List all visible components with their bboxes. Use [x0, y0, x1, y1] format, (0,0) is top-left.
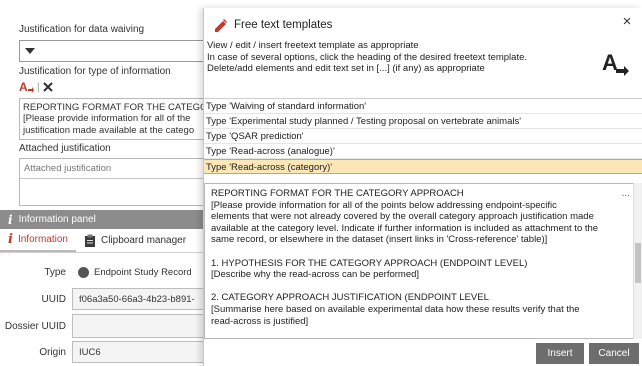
dialog-title: Free text templates — [234, 19, 333, 31]
svg-text:A: A — [19, 80, 28, 94]
template-text-line: 2. CATEGORY APPROACH JUSTIFICATION (ENDP… — [211, 292, 489, 304]
template-text-line: [Please provide information for all of t… — [211, 199, 557, 211]
iuclid-a-arrow-logo: A — [602, 50, 630, 76]
template-text-line: 1. HYPOTHESIS FOR THE CATEGORY APPROACH … — [211, 257, 528, 269]
template-text-scrollbar[interactable] — [633, 183, 642, 339]
template-item-experimental-study[interactable]: Type 'Experimental study planned / Testi… — [204, 114, 642, 129]
info-label: UUID — [41, 293, 66, 305]
info-row-type: Type Endpoint Study Record — [0, 261, 212, 283]
template-text-gap — [211, 246, 627, 258]
template-item-read-across-analogue[interactable]: Type 'Read-across (analogue)' — [204, 144, 642, 159]
attached-justification-placeholder: Attached justification — [24, 163, 112, 174]
template-text-gap — [211, 281, 627, 293]
toolbar-divider: | — [37, 81, 40, 93]
template-text-line: REPORTING FORMAT FOR THE CATEGORY APPROA… — [211, 188, 464, 199]
information-panel-tabs: i Information Clipboard manager — [0, 229, 210, 253]
scrollbar-thumb[interactable] — [635, 243, 641, 283]
info-row-origin: Origin IUC6 — [0, 341, 212, 363]
textbox-line: justification made available at the cate… — [23, 124, 195, 136]
free-text-templates-dialog: Free text templates × View / edit / inse… — [203, 8, 642, 366]
instruction-line: Delete/add elements and edit text set in… — [207, 63, 485, 75]
info-label: Type — [44, 266, 66, 278]
chevron-down-icon — [25, 48, 35, 54]
template-text-line: [Summarise here based on available exper… — [211, 303, 580, 315]
justification-type-label: Justification for type of information — [19, 66, 171, 77]
template-item-read-across-category[interactable]: Type 'Read-across (category)' — [204, 159, 642, 174]
template-text-line: available at the category level. Indicat… — [211, 222, 599, 234]
template-text-line: same record, or elsewhere in the dataset… — [211, 234, 548, 246]
tab-clipboard-label: Clipboard manager — [100, 235, 187, 246]
justification-waiving-label: Justification for data waiving — [19, 24, 145, 35]
divider — [20, 178, 218, 179]
dialog-footer: Insert Cancel — [204, 339, 642, 366]
record-type-circle-icon — [78, 266, 89, 278]
tab-information-label: Information — [17, 234, 68, 245]
template-text-line: read-across is justified] — [211, 315, 309, 327]
textbox-line: REPORTING FORMAT FOR THE CATEGO — [23, 102, 208, 113]
font-a-icon[interactable]: A — [19, 80, 35, 94]
information-panel-header: i Information panel — [0, 210, 210, 229]
tab-information[interactable]: i Information — [0, 229, 76, 252]
info-value[interactable]: IUC6 — [72, 341, 212, 363]
clipboard-icon — [84, 234, 96, 248]
information-panel: i Information panel i Information Clipbo… — [0, 210, 212, 366]
text-toolbar: A | — [19, 80, 54, 94]
cancel-button[interactable]: Cancel — [589, 343, 639, 364]
svg-text:A: A — [602, 50, 618, 75]
info-label: Origin — [39, 346, 66, 358]
instruction-line: In case of several options, click the he… — [207, 51, 528, 63]
insert-button[interactable]: Insert — [536, 343, 584, 364]
more-options-icon[interactable]: ... — [622, 188, 630, 199]
info-value[interactable]: f06a3a50-66a3-4b23-b891- — [72, 288, 212, 310]
delete-x-icon[interactable] — [42, 81, 54, 93]
tab-clipboard-manager[interactable]: Clipboard manager — [76, 229, 194, 252]
free-text-template-icon — [214, 18, 228, 32]
justification-type-textbox[interactable]: REPORTING FORMAT FOR THE CATEGO [Please … — [19, 98, 219, 140]
template-text-line: [Describe why the read-across can be per… — [211, 269, 420, 281]
info-row-dossier-uuid: Dossier UUID — [0, 314, 212, 338]
template-text-area[interactable]: REPORTING FORMAT FOR THE CATEGORY APPROA… — [204, 183, 634, 339]
template-text-line: elements that were not already covered b… — [211, 211, 594, 223]
information-panel-title: Information panel — [18, 214, 96, 225]
dialog-instructions: View / edit / insert freetext template a… — [207, 40, 597, 75]
justification-waiving-select[interactable] — [19, 40, 219, 62]
info-value[interactable] — [72, 314, 212, 338]
attached-justification-label: Attached justification — [19, 143, 111, 154]
info-row-uuid: UUID f06a3a50-66a3-4b23-b891- — [0, 288, 212, 310]
dialog-title-bar: Free text templates — [214, 18, 332, 32]
close-button[interactable]: × — [618, 12, 636, 30]
info-icon: i — [8, 232, 13, 247]
instruction-line: View / edit / insert freetext template a… — [207, 40, 419, 51]
record-type-value: Endpoint Study Record — [94, 266, 192, 278]
attached-justification-table[interactable]: Attached justification — [19, 158, 219, 206]
template-item-waiving[interactable]: Type 'Waiving of standard information' — [204, 99, 642, 114]
info-label: Dossier UUID — [4, 320, 66, 332]
template-list: Type 'Waiving of standard information' T… — [204, 98, 642, 174]
info-icon: i — [8, 212, 13, 227]
info-value: Endpoint Study Record — [72, 261, 212, 283]
template-item-qsar[interactable]: Type 'QSAR prediction' — [204, 129, 642, 144]
textbox-line: [Please provide information for all of t… — [23, 113, 191, 125]
